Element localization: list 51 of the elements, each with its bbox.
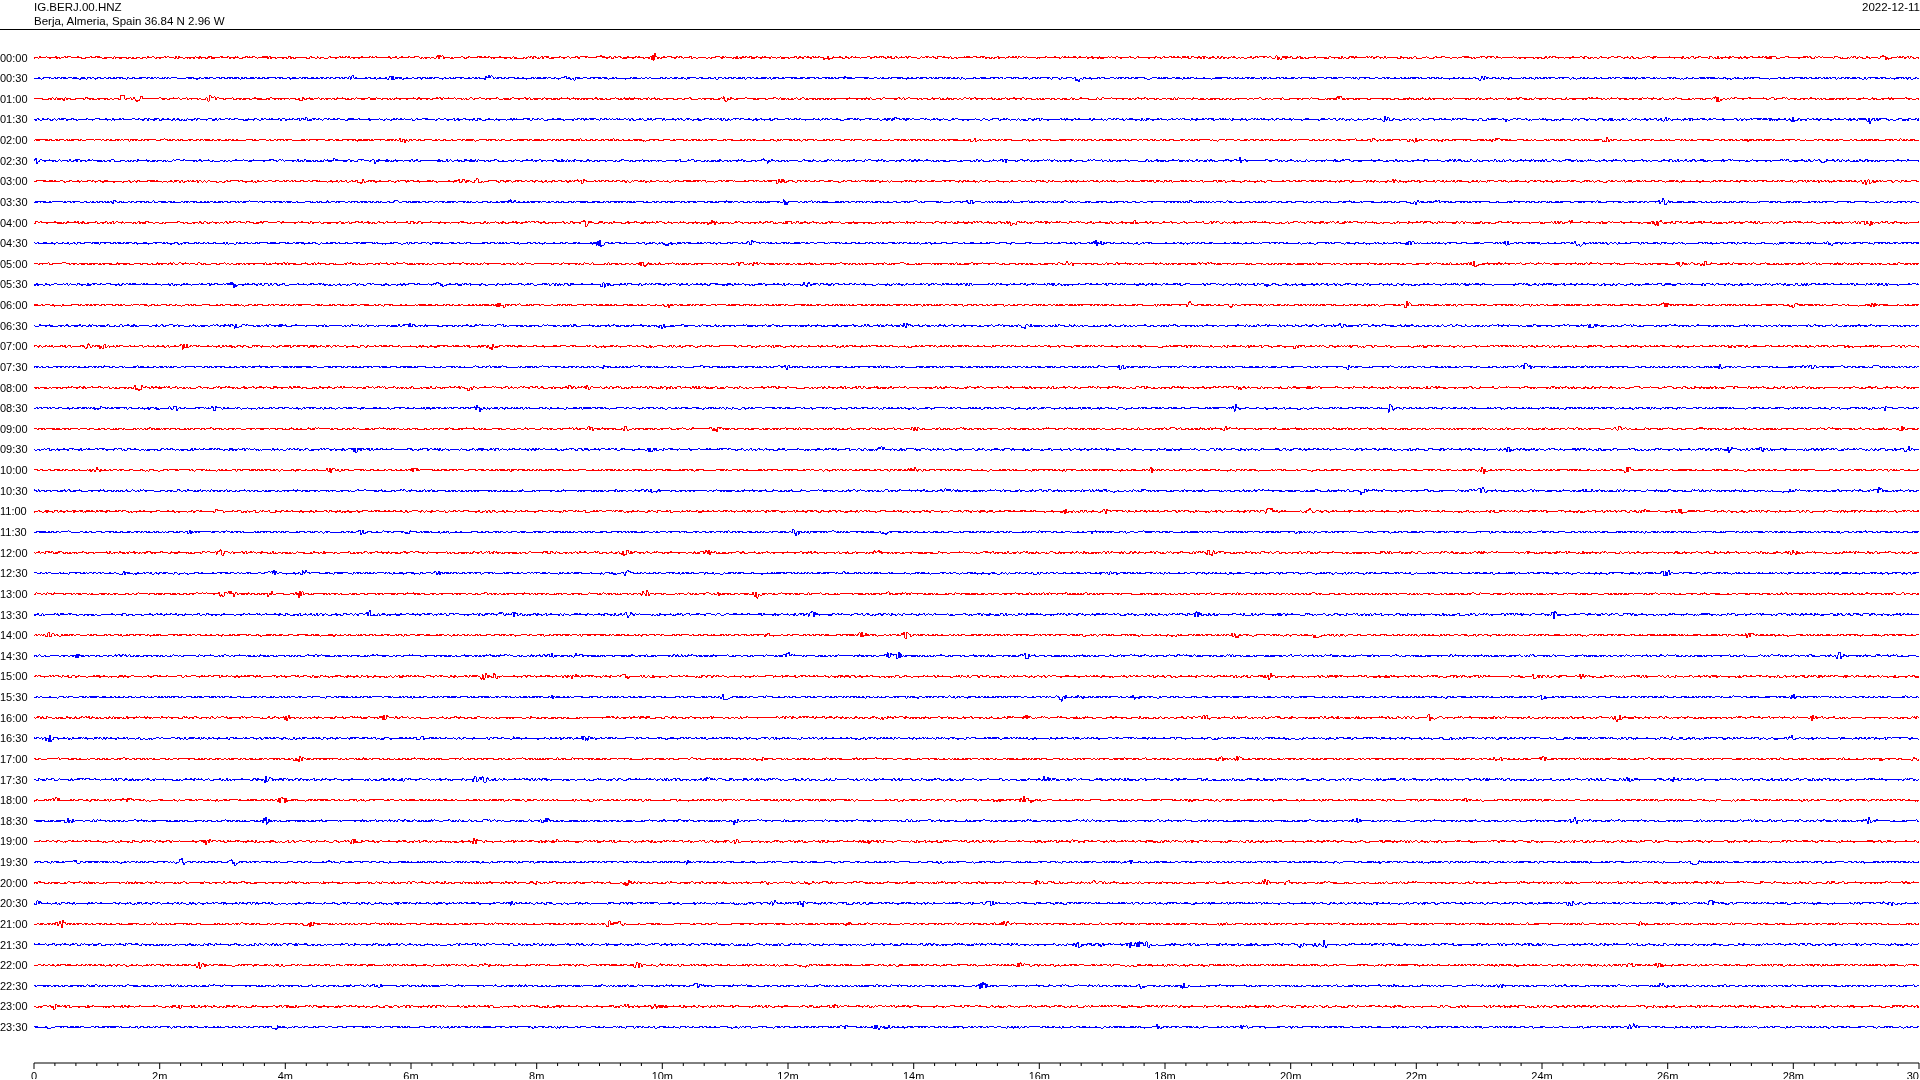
time-label: 19:30 [0, 856, 28, 869]
time-label: 20:30 [0, 897, 28, 910]
station-location: Berja, Almeria, Spain 36.84 N 2.96 W [34, 14, 225, 28]
time-label: 17:00 [0, 752, 28, 765]
time-label: 14:30 [0, 649, 28, 662]
time-label: 04:30 [0, 237, 28, 250]
time-label: 06:00 [0, 299, 28, 312]
time-label: 12:30 [0, 567, 28, 580]
time-label: 13:00 [0, 587, 28, 600]
time-label: 09:30 [0, 443, 28, 456]
time-label: 02:00 [0, 134, 28, 146]
time-label: 14:00 [0, 629, 28, 642]
time-label: 22:30 [0, 979, 28, 992]
time-label: 23:30 [0, 1021, 28, 1034]
time-label: 07:00 [0, 340, 28, 353]
time-label: 06:30 [0, 319, 28, 332]
time-label: 01:00 [0, 92, 28, 105]
station-code: IG.BERJ.00.HNZ [34, 0, 123, 14]
time-label: 12:00 [0, 546, 28, 559]
time-label: 00:30 [0, 72, 28, 85]
time-label: 19:00 [0, 835, 28, 848]
time-label: 10:00 [0, 464, 28, 477]
time-label: 11:30 [0, 526, 27, 538]
time-label: 18:00 [0, 794, 28, 807]
time-label: 08:00 [0, 381, 28, 394]
time-label: 18:30 [0, 814, 28, 827]
time-label: 04:00 [0, 216, 28, 229]
time-label: 13:30 [0, 608, 28, 621]
time-label: 17:30 [0, 773, 28, 786]
time-label: 20:00 [0, 876, 28, 889]
time-label: 00:00 [0, 51, 28, 64]
time-label: 15:30 [0, 691, 28, 704]
time-label: 23:00 [0, 1000, 28, 1013]
time-label: 05:00 [0, 257, 28, 270]
time-label: 16:00 [0, 711, 28, 724]
time-label: 03:30 [0, 195, 28, 208]
time-label: 10:30 [0, 484, 28, 497]
time-label: 11:00 [0, 505, 27, 518]
time-label: 07:30 [0, 360, 28, 373]
time-label: 02:30 [0, 154, 28, 167]
time-label: 21:00 [0, 917, 28, 930]
time-label: 09:00 [0, 422, 28, 435]
time-label: 08:30 [0, 402, 28, 415]
plot-date: 2022-12-11 [1862, 1, 1920, 13]
time-label: 21:30 [0, 938, 28, 951]
time-label: 05:30 [0, 278, 28, 291]
time-label: 16:30 [0, 732, 28, 745]
time-label: 01:30 [0, 113, 28, 126]
time-label: 03:00 [0, 175, 28, 188]
time-label: 22:00 [0, 959, 28, 972]
time-label: 15:00 [0, 670, 28, 683]
